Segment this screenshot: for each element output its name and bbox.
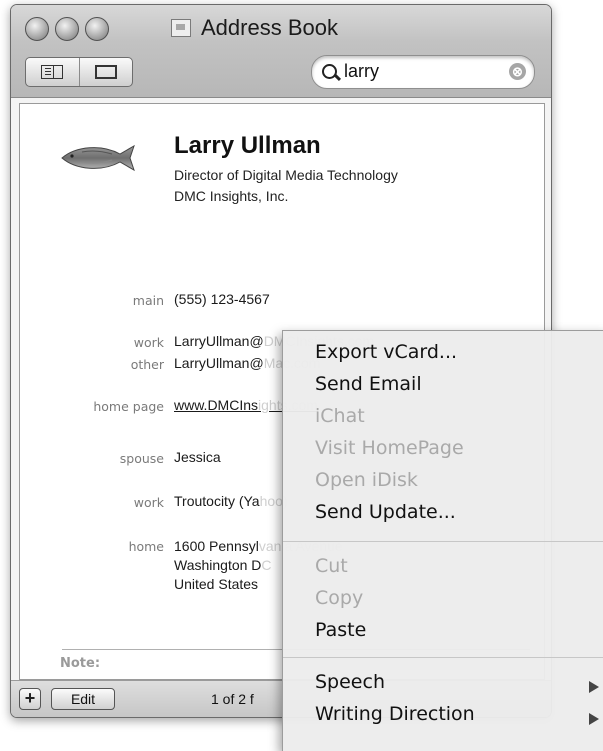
search-icon (322, 64, 337, 79)
menu-item-export-vcard[interactable]: Export vCard... (315, 341, 457, 363)
list-view-icon (41, 65, 64, 79)
menu-separator (283, 657, 603, 658)
menu-item-visit-homepage: Visit HomePage (315, 437, 464, 459)
spouse-label[interactable]: spouse (120, 451, 164, 466)
address-book-icon (171, 19, 191, 37)
menu-item-open-idisk: Open iDisk (315, 469, 418, 491)
im-work-value: Troutocity (Yahoo) (174, 493, 288, 509)
email-work-label[interactable]: work (134, 335, 164, 350)
address-home-label[interactable]: home (129, 539, 164, 554)
phone-main-value: (555) 123-4567 (174, 291, 270, 307)
im-work-label[interactable]: work (134, 495, 164, 510)
menu-item-cut: Cut (315, 555, 348, 577)
submenu-arrow-icon (589, 681, 599, 693)
menu-item-writing-direction[interactable]: Writing Direction (315, 703, 475, 725)
menu-separator (283, 541, 603, 542)
card-view-button[interactable] (78, 58, 133, 86)
homepage-label[interactable]: home page (93, 399, 164, 414)
window-title-group: Address Book (171, 15, 338, 41)
email-other-label[interactable]: other (131, 357, 164, 372)
edit-button[interactable]: Edit (51, 688, 115, 710)
menu-item-speech[interactable]: Speech (315, 671, 385, 693)
contact-name: Larry Ullman (174, 132, 321, 159)
spouse-value: Jessica (174, 449, 221, 465)
contact-job-title: Director of Digital Media Technology (174, 167, 398, 183)
contact-company: DMC Insights, Inc. (174, 188, 289, 204)
menu-item-send-update[interactable]: Send Update... (315, 501, 456, 523)
context-menu: Export vCard... Send Email iChat Visit H… (282, 330, 603, 751)
phone-main-label[interactable]: main (133, 293, 164, 308)
title-bar: Address Book ⊗ (11, 5, 551, 98)
note-label[interactable]: Note: (60, 656, 100, 671)
card-view-icon (94, 65, 117, 79)
submenu-arrow-icon (589, 713, 599, 725)
card-count: 1 of 2 f (211, 691, 254, 707)
menu-item-paste[interactable]: Paste (315, 619, 366, 641)
list-view-button[interactable] (26, 58, 79, 86)
close-icon[interactable] (25, 17, 49, 41)
fish-photo-icon (61, 144, 135, 172)
clear-search-icon[interactable]: ⊗ (509, 63, 526, 80)
view-toggle (25, 57, 133, 87)
menu-item-send-email[interactable]: Send Email (315, 373, 422, 395)
search-input[interactable] (344, 60, 494, 82)
minimize-icon[interactable] (55, 17, 79, 41)
add-contact-button[interactable]: + (19, 688, 41, 710)
menu-item-copy: Copy (315, 587, 364, 609)
menu-item-ichat: iChat (315, 405, 365, 427)
search-field[interactable]: ⊗ (311, 55, 535, 89)
zoom-icon[interactable] (85, 17, 109, 41)
window-title: Address Book (201, 15, 338, 40)
